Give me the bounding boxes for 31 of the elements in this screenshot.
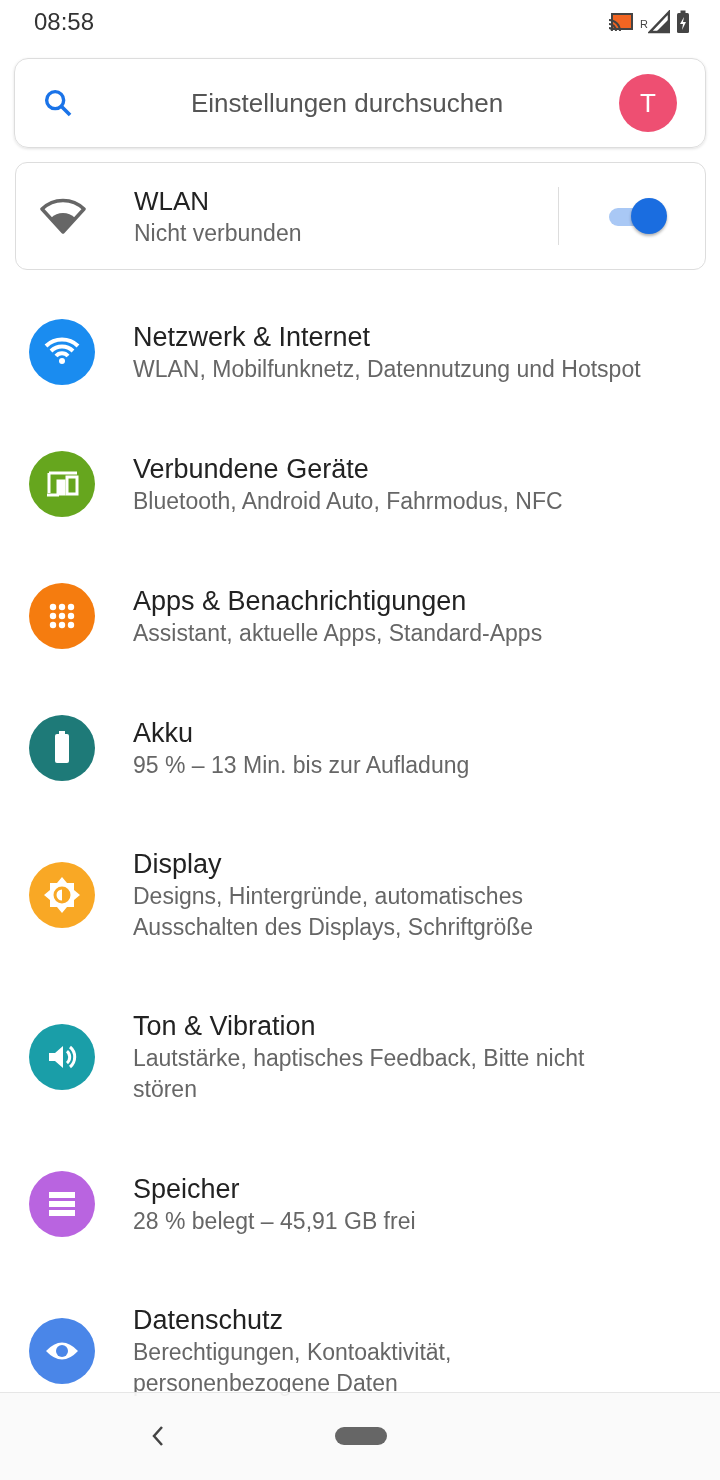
item-summary: 28 % belegt – 45,91 GB frei bbox=[133, 1206, 417, 1236]
clock: 08:58 bbox=[34, 8, 95, 36]
item-summary: Berechtigungen, Kontoaktivität, personenbezogene Daten bbox=[133, 1338, 453, 1398]
battery-icon bbox=[676, 10, 690, 34]
item-summary: Bluetooth, Android Auto, Fahrmodus, NFC bbox=[133, 486, 564, 516]
item-summary: Lautstärke, haptisches Feedback, Bitte nicht stören bbox=[133, 1044, 586, 1104]
item-title: Ton & Vibration bbox=[133, 1010, 317, 1043]
item-title: Apps & Benachrichtigungen bbox=[133, 584, 468, 618]
home-handle[interactable] bbox=[335, 1427, 387, 1445]
wlan-status: Nicht verbunden bbox=[134, 218, 303, 248]
cast-icon bbox=[608, 12, 635, 32]
item-title: Verbundene Geräte bbox=[133, 452, 370, 486]
wlan-title: WLAN bbox=[134, 184, 211, 218]
item-title: Netzwerk & Internet bbox=[133, 320, 372, 354]
item-summary: Designs, Hintergründe, automatisches Ausschalten des Displays, Schriftgröße bbox=[133, 882, 535, 942]
account-avatar[interactable]: T bbox=[619, 74, 677, 132]
search-bar[interactable]: Einstellungen durchsuchen T bbox=[14, 58, 706, 148]
item-summary: Assistant, aktuelle Apps, Standard-Apps bbox=[133, 618, 544, 648]
item-title: Datenschutz bbox=[133, 1304, 285, 1337]
search-placeholder: Einstellungen durchsuchen bbox=[189, 87, 505, 119]
item-title: Akku bbox=[133, 716, 195, 750]
item-title: Speicher bbox=[133, 1172, 241, 1206]
roaming-indicator: R bbox=[640, 18, 648, 30]
back-icon[interactable] bbox=[151, 1425, 165, 1447]
item-title: Display bbox=[133, 848, 223, 881]
item-summary: WLAN, Mobilfunknetz, Datennutzung und Hotspot bbox=[133, 354, 642, 384]
signal-icon bbox=[648, 10, 670, 34]
wlan-toggle[interactable] bbox=[609, 196, 669, 236]
wifi-icon bbox=[40, 197, 86, 235]
item-summary: 95 % – 13 Min. bis zur Aufladung bbox=[133, 750, 471, 780]
wlan-card[interactable]: WLAN Nicht verbunden bbox=[15, 162, 706, 270]
